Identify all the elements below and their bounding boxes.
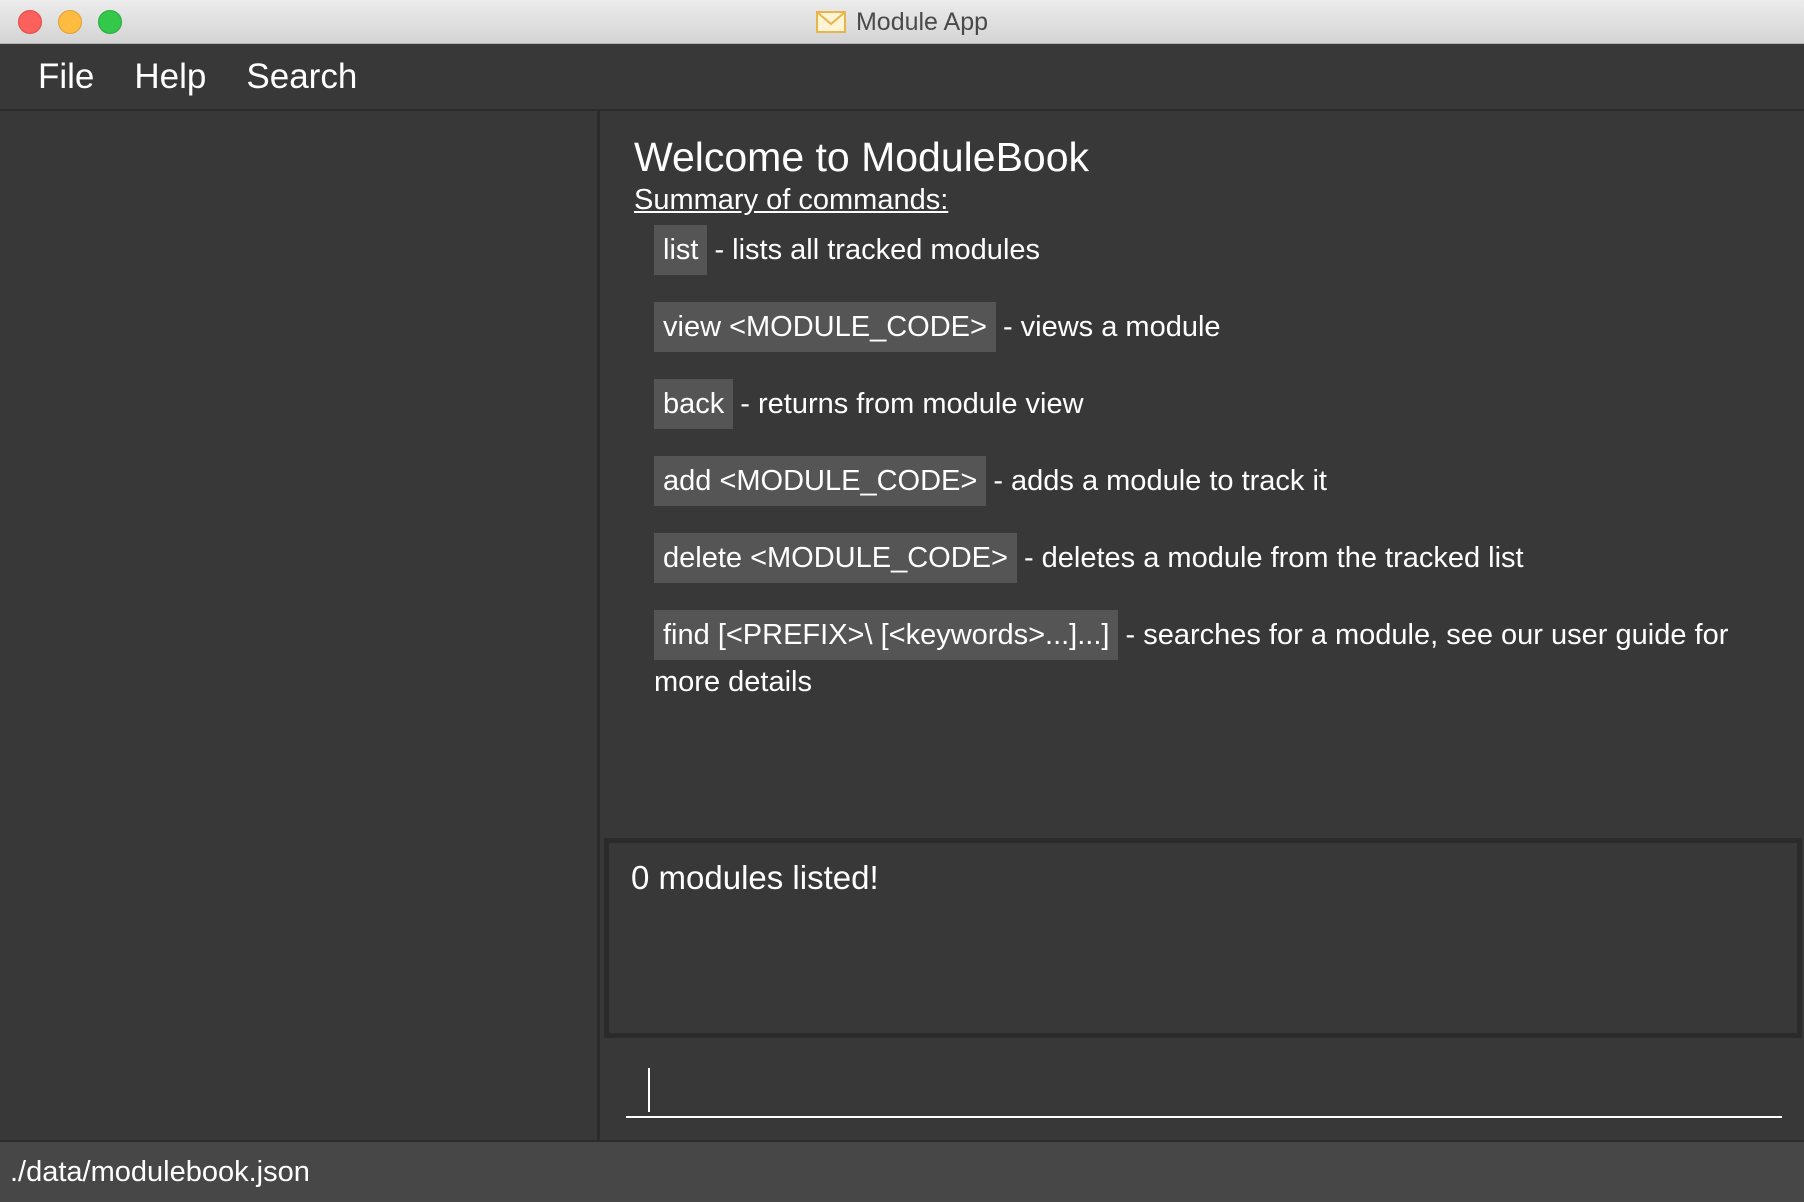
- command-list: list - lists all tracked modules view <MO…: [634, 225, 1774, 704]
- menu-help[interactable]: Help: [134, 57, 206, 97]
- save-file-path: ./data/modulebook.json: [10, 1155, 310, 1188]
- status-bar: ./data/modulebook.json: [0, 1140, 1804, 1202]
- command-code: list: [654, 225, 708, 276]
- command-item-add: add <MODULE_CODE> - adds a module to trac…: [654, 456, 1774, 507]
- menu-bar: File Help Search: [0, 44, 1804, 111]
- window-title: Module App: [855, 7, 989, 36]
- command-item-delete: delete <MODULE_CODE> - deletes a module f…: [654, 533, 1774, 584]
- text-caret: [648, 1068, 650, 1112]
- result-message: 0 modules listed!: [631, 859, 879, 896]
- command-code: add <MODULE_CODE>: [654, 456, 987, 507]
- app-window: Module App File Help Search Welcome to M…: [0, 0, 1804, 1202]
- command-item-view: view <MODULE_CODE> - views a module: [654, 302, 1774, 353]
- command-item-list: list - lists all tracked modules: [654, 225, 1774, 276]
- menu-file[interactable]: File: [38, 57, 94, 97]
- command-input[interactable]: [626, 1060, 1782, 1118]
- envelope-icon: [815, 11, 846, 33]
- command-code: back: [654, 379, 734, 430]
- module-list-panel[interactable]: [0, 111, 600, 1140]
- command-description: - returns from module view: [740, 388, 1084, 421]
- command-item-back: back - returns from module view: [654, 379, 1774, 430]
- welcome-heading: Welcome to ModuleBook: [634, 134, 1090, 180]
- command-code: delete <MODULE_CODE>: [654, 533, 1017, 584]
- result-display: 0 modules listed!: [604, 838, 1802, 1038]
- command-code: find [<PREFIX>\ [<keywords>...]...]: [654, 610, 1119, 661]
- title-bar[interactable]: Module App: [0, 0, 1804, 44]
- command-box: [604, 1040, 1804, 1140]
- commands-summary-heading: Summary of commands:: [634, 184, 949, 217]
- command-code: view <MODULE_CODE>: [654, 302, 996, 353]
- command-item-find: find [<PREFIX>\ [<keywords>...]...] - sea…: [654, 610, 1774, 704]
- help-panel: Welcome to ModuleBook Summary of command…: [604, 111, 1804, 838]
- command-description: - deletes a module from the tracked list: [1023, 542, 1524, 575]
- menu-search[interactable]: Search: [246, 57, 357, 97]
- command-description: - views a module: [1002, 311, 1221, 344]
- title-wrap: Module App: [0, 0, 1804, 44]
- command-description: - lists all tracked modules: [714, 234, 1041, 267]
- command-description: - adds a module to track it: [993, 465, 1327, 498]
